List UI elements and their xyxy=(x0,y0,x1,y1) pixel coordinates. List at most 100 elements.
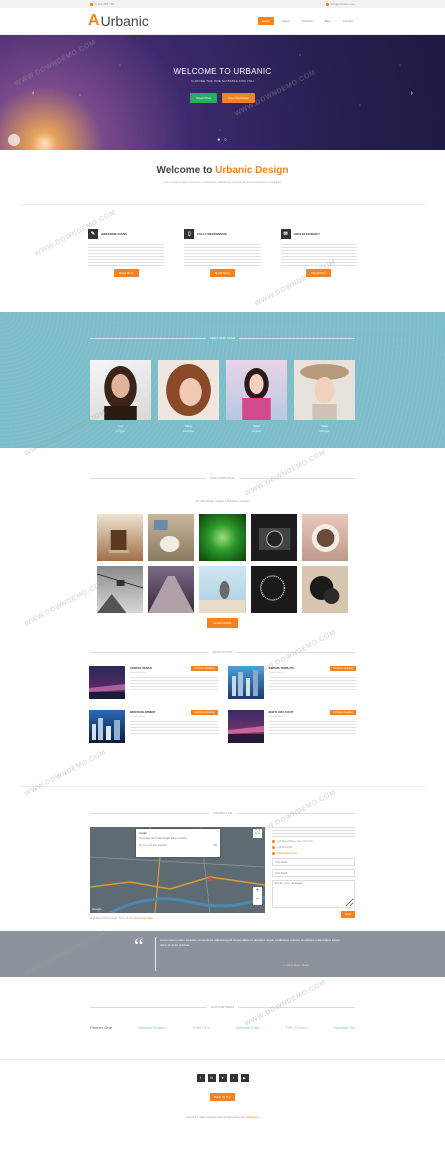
portfolio-filters[interactable]: All | Web Design | Graphic | Illustratio… xyxy=(0,500,445,503)
feature-card: ✉ HIGH EFFICIENCY Read More xyxy=(280,229,357,277)
heart-icon[interactable]: ♥ xyxy=(218,1074,227,1082)
email-info[interactable]: info@urbanic.com xyxy=(325,2,355,6)
partner-logo[interactable]: Second Partner xyxy=(138,1025,166,1030)
back-to-top-button[interactable]: Back To Top xyxy=(210,1093,235,1101)
zoom-out-button[interactable]: − xyxy=(253,895,262,903)
zoom-in-button[interactable]: + xyxy=(253,887,262,895)
post-title[interactable]: WEBSITE TEMPLATE xyxy=(269,667,294,670)
portfolio-item[interactable] xyxy=(250,514,297,561)
post-thumbnail[interactable] xyxy=(227,666,264,699)
partner-logo[interactable]: Number Four xyxy=(236,1025,260,1030)
post-excerpt xyxy=(130,677,218,691)
portfolio-item[interactable] xyxy=(97,566,144,613)
team-title: MEET OUR TEAM xyxy=(210,336,235,340)
feature-read-more-button[interactable]: Read More xyxy=(306,269,332,277)
member-name: Mary xyxy=(185,424,192,428)
member-role: Manager xyxy=(319,430,330,433)
map-dialog-ok-button[interactable]: OK xyxy=(213,844,217,847)
continue-reading-button[interactable]: Continue Reading xyxy=(191,666,218,671)
nav-item-home[interactable]: Home xyxy=(257,17,274,25)
continue-reading-button[interactable]: Continue Reading xyxy=(329,666,356,671)
portfolio-item[interactable] xyxy=(148,566,195,613)
contact-title: CONTACT US xyxy=(212,811,233,815)
view-larger-map-link[interactable]: View Larger Map xyxy=(134,917,153,920)
nav-item-blog[interactable]: Blog xyxy=(321,17,335,25)
feature-text xyxy=(88,244,165,266)
message-textarea[interactable] xyxy=(272,880,355,908)
blog-post: GRAPHIC DESIGN Continue Reading Posted by… xyxy=(89,666,218,700)
partner-logo[interactable]: Partner One xyxy=(90,1025,112,1030)
name-input[interactable] xyxy=(272,858,355,866)
nav-item-portfolio[interactable]: Portfolio xyxy=(298,17,317,25)
facebook-icon[interactable]: f xyxy=(196,1074,205,1082)
team-member[interactable]: Mary Developer xyxy=(158,360,219,433)
post-title[interactable]: GRAPHIC DESIGN xyxy=(130,667,152,670)
member-photo xyxy=(90,360,151,420)
post-meta: Posted by Admin xyxy=(268,672,284,674)
blog-post: NEW FLOID LAYOUT Continue Reading Posted … xyxy=(227,710,356,744)
hero-download-button[interactable]: Free Download xyxy=(222,93,255,103)
post-title[interactable]: NEW FLOID LAYOUT xyxy=(269,711,294,714)
slider-dots[interactable]: ● ○ xyxy=(0,137,445,143)
next-slide-arrow-icon[interactable]: › xyxy=(411,90,413,97)
welcome-section: Welcome to Urbanic Design Lorem ipsum do… xyxy=(0,150,445,184)
testimonial-band: “ Lorem ipsum dolor sit amet, consectetu… xyxy=(0,931,445,977)
post-thumbnail[interactable] xyxy=(227,710,264,743)
member-name: Kate xyxy=(321,424,328,428)
portfolio-item[interactable] xyxy=(301,566,348,613)
nav-item-contact[interactable]: Contact xyxy=(339,17,357,25)
continue-reading-button[interactable]: Continue Reading xyxy=(329,710,356,715)
contact-intro-text xyxy=(272,827,355,837)
post-thumbnail[interactable] xyxy=(89,666,125,699)
map-error-dialog: × Google This page can't load Google Map… xyxy=(136,829,220,857)
feature-card: ▯ FULLY RESPONSIVE Read More xyxy=(184,229,261,277)
portfolio-item[interactable] xyxy=(301,514,348,561)
google-logo: Google xyxy=(92,907,102,911)
fullscreen-icon[interactable]: ⛶ xyxy=(253,829,262,838)
member-role: Designer xyxy=(115,430,126,433)
youtube-icon[interactable]: ▶ xyxy=(240,1074,249,1082)
portfolio-item[interactable] xyxy=(199,566,246,613)
logo[interactable]: A Urbanic xyxy=(88,12,149,30)
post-excerpt xyxy=(268,721,356,735)
load-more-button[interactable]: LOAD MORE xyxy=(207,618,238,628)
prev-slide-arrow-icon[interactable]: ‹ xyxy=(32,90,34,97)
portfolio-item[interactable] xyxy=(250,566,297,613)
partner-logo[interactable]: Third One xyxy=(192,1025,210,1030)
portfolio-title: OUR PORTFOLIO xyxy=(210,476,235,480)
team-member[interactable]: Kate Manager xyxy=(294,360,355,433)
hero-read-more-button[interactable]: Read More xyxy=(190,93,218,103)
map-dialog-question[interactable]: Do you own this website? xyxy=(139,844,167,847)
send-button[interactable]: Send xyxy=(341,911,355,918)
partners-section: OUR PARTNERS Partner One Second Partner … xyxy=(0,977,445,1059)
social-links: f in ♥ t ▶ xyxy=(0,1074,445,1082)
member-photo xyxy=(294,360,355,420)
portfolio-item[interactable] xyxy=(148,514,195,561)
post-thumbnail[interactable] xyxy=(89,710,125,743)
email-input[interactable] xyxy=(272,869,355,877)
nav-item-about[interactable]: About xyxy=(278,17,294,25)
contact-email-link[interactable]: info@urbanic.com xyxy=(277,852,297,855)
linkedin-icon[interactable]: in xyxy=(207,1074,216,1082)
team-member[interactable]: Sara Marketer xyxy=(226,360,287,433)
feature-read-more-button[interactable]: Read More xyxy=(210,269,235,277)
member-photo xyxy=(226,360,287,420)
email-link[interactable]: info@urbanic.com xyxy=(331,2,355,6)
credit-link[interactable]: W3Layouts xyxy=(247,1116,260,1119)
welcome-title-accent: Urbanic Design xyxy=(215,165,289,176)
post-meta: Posted by Admin xyxy=(130,672,146,674)
quote-text: Lorem ipsum dolor sit amet, consectetur … xyxy=(160,938,340,947)
continue-reading-button[interactable]: Continue Reading xyxy=(191,710,218,715)
team-member[interactable]: Ann Designer xyxy=(90,360,151,433)
close-icon[interactable]: × xyxy=(217,830,218,833)
feature-read-more-button[interactable]: Read More xyxy=(113,269,139,277)
copyright: Copyright © 2016 Company name All rights… xyxy=(0,1116,445,1119)
twitter-icon[interactable]: t xyxy=(229,1074,238,1082)
logo-text: Urbanic xyxy=(100,13,149,29)
portfolio-item[interactable] xyxy=(199,514,246,561)
partner-logo[interactable]: Fifth Partner xyxy=(286,1025,308,1030)
partner-logo[interactable]: Number Six xyxy=(334,1025,355,1030)
post-title[interactable]: WEB DEVELOPMENT xyxy=(130,711,156,714)
portfolio-item[interactable] xyxy=(97,514,144,561)
contact-section: CONTACT US Google × Google This page can… xyxy=(0,787,445,931)
